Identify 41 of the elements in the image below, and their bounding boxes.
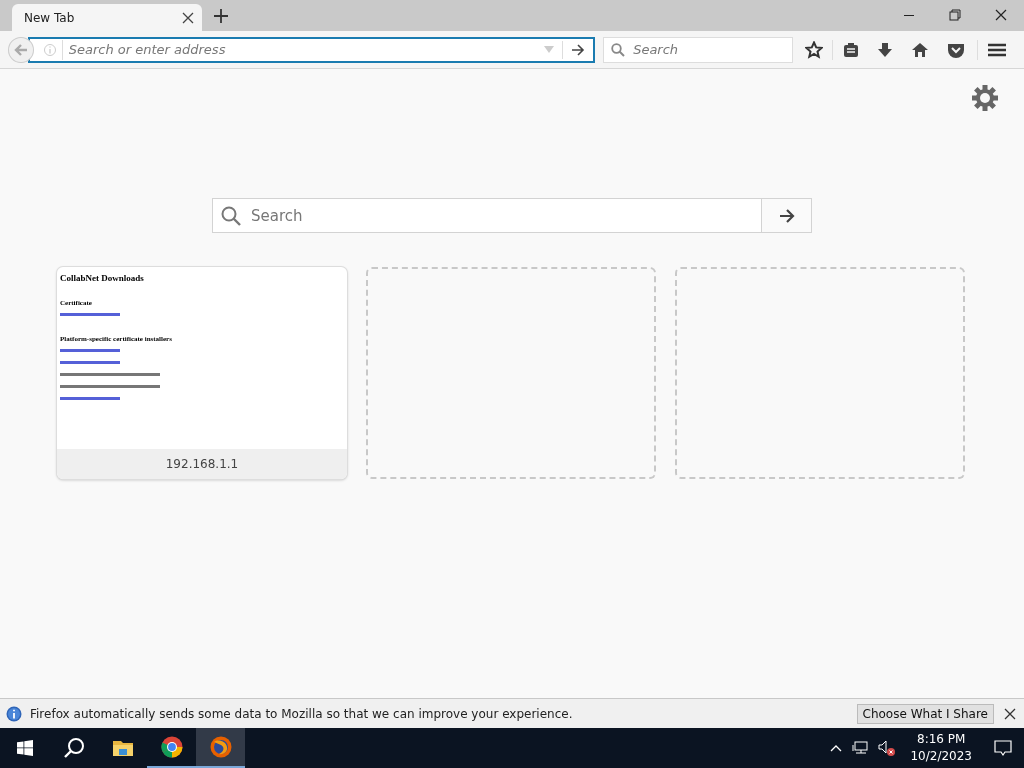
pocket-icon[interactable] [947, 41, 965, 58]
volume-icon[interactable] [878, 740, 897, 756]
search-icon [62, 737, 85, 759]
link-line [60, 361, 120, 364]
clipboard-icon[interactable] [843, 41, 859, 58]
search-icon [221, 205, 241, 226]
network-icon[interactable] [852, 741, 869, 755]
notification-message: Firefox automatically sends some data to Mozilla so that we can improve your experience. [30, 706, 574, 721]
taskbar-app-button[interactable] [196, 728, 245, 768]
search-button[interactable] [762, 198, 812, 233]
address-field[interactable]: Search or enter address [27, 36, 596, 63]
arrow-right-icon[interactable] [778, 208, 795, 223]
arrow-right-icon[interactable] [571, 43, 586, 56]
clock-time[interactable]: 8:16 PM [917, 731, 966, 748]
link-line [60, 313, 120, 316]
link-line [60, 397, 120, 400]
chrome-icon [160, 736, 183, 758]
browser-tab[interactable]: New Tab [12, 4, 202, 31]
settings-icon[interactable] [972, 85, 998, 111]
notification-icon[interactable] [994, 739, 1012, 757]
page-title: CollabNet Downloads [60, 273, 145, 283]
home-icon[interactable] [911, 41, 929, 58]
info-icon [43, 43, 56, 56]
clock-date[interactable]: 10/2/2023 [910, 748, 972, 765]
search-field[interactable]: Search [212, 198, 762, 233]
choose-share-button[interactable]: Choose What I Share [856, 703, 994, 724]
chevron-up-icon[interactable] [830, 744, 843, 752]
tile-url: 192.168.1.1 [57, 449, 347, 479]
download-icon[interactable] [877, 41, 893, 58]
close-icon[interactable] [182, 11, 194, 24]
plus-icon[interactable] [214, 9, 228, 23]
close-icon[interactable] [1004, 707, 1016, 720]
search-icon [611, 42, 626, 57]
search-field[interactable]: Search [603, 36, 793, 63]
firefox-icon [209, 736, 232, 758]
star-icon[interactable] [805, 40, 823, 59]
link-line [60, 349, 120, 352]
back-button[interactable] [8, 36, 34, 63]
menu-icon[interactable] [988, 42, 1006, 57]
info-icon [6, 705, 22, 722]
windows-logo-icon [16, 740, 33, 756]
